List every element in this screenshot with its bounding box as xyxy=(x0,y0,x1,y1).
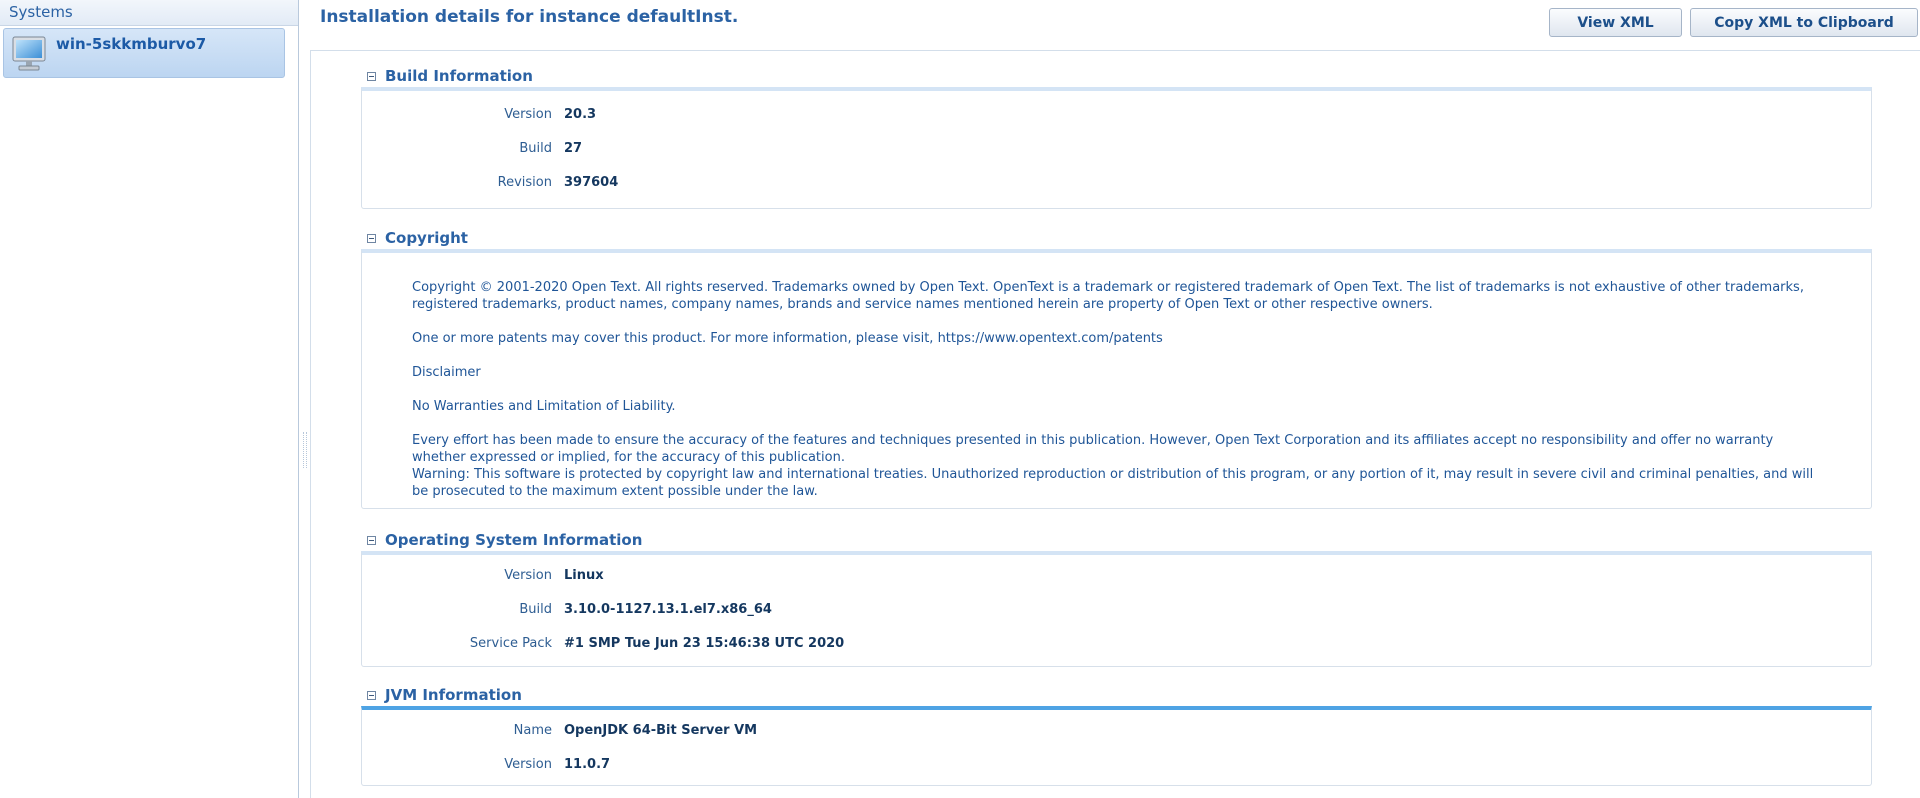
warning-paragraph: Warning: This software is protected by c… xyxy=(412,467,1814,499)
section-body: Copyright © 2001-2020 Open Text. All rig… xyxy=(361,249,1872,509)
jvm-information-section: JVM Information Name OpenJDK 64-Bit Serv… xyxy=(361,684,1872,786)
field-value: 27 xyxy=(564,141,583,156)
sidebar-header: Systems xyxy=(0,0,298,26)
field-label: Version xyxy=(504,107,552,122)
field-row: Name OpenJDK 64-Bit Server VM xyxy=(362,714,1871,748)
system-label: win-5skkmburvo7 xyxy=(56,35,207,53)
section-header: Copyright xyxy=(361,227,1872,249)
field-label: Service Pack xyxy=(469,636,552,651)
section-body: Name OpenJDK 64-Bit Server VM Version 11… xyxy=(361,706,1872,786)
collapse-icon[interactable] xyxy=(367,536,376,545)
view-xml-button[interactable]: View XML xyxy=(1549,8,1682,37)
page-title: Installation details for instance defaul… xyxy=(320,7,739,27)
warranty-paragraph: No Warranties and Limitation of Liabilit… xyxy=(412,399,676,414)
field-label: Version xyxy=(504,757,552,772)
collapse-icon[interactable] xyxy=(367,691,376,700)
field-value: OpenJDK 64-Bit Server VM xyxy=(564,723,758,738)
section-body: Version 20.3 Build 27 Revision 397604 xyxy=(361,87,1872,209)
patents-paragraph: One or more patents may cover this produ… xyxy=(412,331,1163,346)
section-body: Version Linux Build 3.10.0-1127.13.1.el7… xyxy=(361,551,1872,667)
splitter-handle[interactable] xyxy=(303,432,307,468)
field-value: 20.3 xyxy=(564,107,597,122)
collapse-icon[interactable] xyxy=(367,234,376,243)
field-value: Linux xyxy=(564,568,604,583)
field-row: Version Linux xyxy=(362,559,1871,593)
copyright-paragraph: Copyright © 2001-2020 Open Text. All rig… xyxy=(412,280,1804,312)
monitor-icon xyxy=(10,35,48,73)
section-title: Build Information xyxy=(385,67,533,85)
field-value: 397604 xyxy=(564,175,619,190)
copyright-section: Copyright Copyright © 2001-2020 Open Tex… xyxy=(361,227,1872,509)
field-label: Build xyxy=(519,602,552,617)
field-row: Build 3.10.0-1127.13.1.el7.x86_64 xyxy=(362,593,1871,627)
section-title: Copyright xyxy=(385,229,468,247)
accuracy-paragraph: Every effort has been made to ensure the… xyxy=(412,433,1774,465)
field-label: Build xyxy=(519,141,552,156)
section-title: JVM Information xyxy=(385,686,522,704)
field-row: Version 11.0.7 xyxy=(362,748,1871,782)
field-value: #1 SMP Tue Jun 23 15:46:38 UTC 2020 xyxy=(564,636,845,651)
app-window: Systems win-5skkmburvo7 Installation det… xyxy=(0,0,1920,798)
field-row: Version 20.3 xyxy=(362,98,1871,132)
field-label: Version xyxy=(504,568,552,583)
os-information-section: Operating System Information Version Lin… xyxy=(361,529,1872,667)
collapse-icon[interactable] xyxy=(367,72,376,81)
main-panel: Installation details for instance defaul… xyxy=(310,0,1920,798)
section-header: Operating System Information xyxy=(361,529,1872,551)
field-value: 11.0.7 xyxy=(564,757,611,772)
disclaimer-heading: Disclaimer xyxy=(412,365,481,380)
field-label: Name xyxy=(513,723,552,738)
details-content: Build Information Version 20.3 Build 27 … xyxy=(310,50,1920,798)
section-title: Operating System Information xyxy=(385,531,643,549)
systems-sidebar: Systems win-5skkmburvo7 xyxy=(0,0,299,798)
field-row: Build 27 xyxy=(362,132,1871,166)
build-information-section: Build Information Version 20.3 Build 27 … xyxy=(361,65,1872,209)
field-value: 3.10.0-1127.13.1.el7.x86_64 xyxy=(564,602,772,617)
system-item-win-5skkmburvo7[interactable]: win-5skkmburvo7 xyxy=(3,28,285,78)
field-row: Revision 397604 xyxy=(362,166,1871,200)
field-row: Service Pack #1 SMP Tue Jun 23 15:46:38 … xyxy=(362,627,1871,661)
copy-xml-button[interactable]: Copy XML to Clipboard xyxy=(1690,8,1918,37)
section-header: JVM Information xyxy=(361,684,1872,706)
field-label: Revision xyxy=(497,175,552,190)
section-header: Build Information xyxy=(361,65,1872,87)
